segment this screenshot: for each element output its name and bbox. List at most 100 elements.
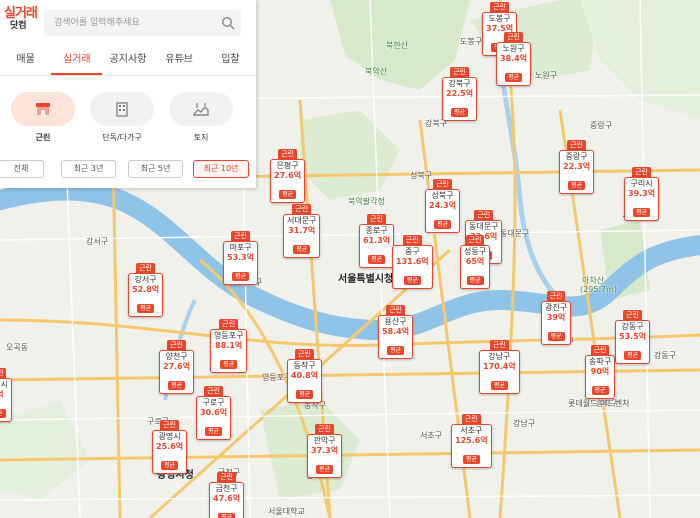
marker-tag: 근린 (204, 386, 223, 396)
marker-tag: 근린 (167, 340, 186, 350)
price-marker[interactable]: 근린 관악구 37.3억 평균 (307, 424, 343, 478)
price-marker[interactable]: 근린 영등포구 88.1억 평균 (210, 319, 248, 373)
marker-district: 관악구 (313, 436, 336, 445)
price-marker[interactable]: 근린 강동구 53.5억 평균 (615, 310, 651, 364)
tab-transactions[interactable]: 실거래 (51, 46, 103, 75)
marker-price: 58.4억 (382, 327, 410, 336)
marker-card: 영등포구 88.1억 평균 (210, 329, 248, 373)
filter-5y[interactable]: 최근 5년 (128, 160, 183, 178)
marker-tag: 근린 (0, 368, 7, 378)
tab-listings[interactable]: 매물 (0, 46, 51, 75)
marker-tag: 근린 (231, 231, 250, 241)
marker-tag: 근린 (490, 2, 509, 12)
marker-card: 강북구 22.5억 평균 (442, 77, 478, 121)
price-marker[interactable]: 근린 서대문구 31.7억 평균 (283, 204, 321, 258)
tab-youtube[interactable]: 유튜브 (154, 46, 205, 75)
filter-3y[interactable]: 최근 3년 (61, 160, 116, 178)
marker-avg-badge: 평균 (0, 409, 6, 418)
price-marker[interactable]: 근린 강서구 52.8억 평균 (128, 263, 164, 317)
price-marker[interactable]: 근린 동작구 40.8억 평균 (287, 349, 323, 403)
marker-price: 37.3억 (311, 446, 339, 455)
price-marker[interactable]: 근린 강남구 170.4억 평균 (479, 340, 520, 394)
price-marker[interactable]: 근린 송파구 90억 평균 (585, 345, 616, 399)
marker-avg-badge: 평균 (591, 386, 609, 395)
price-marker[interactable]: 근린 중랑구 22.3억 평균 (559, 140, 595, 194)
marker-price: 31.7억 (288, 226, 316, 235)
marker-district: 강서구 (134, 275, 157, 284)
marker-avg-badge: 평균 (387, 346, 405, 355)
marker-tag: 근린 (504, 32, 523, 42)
marker-tag: 근린 (623, 310, 642, 320)
marker-district: 부천시 (0, 380, 9, 389)
price-marker[interactable]: 근린 은평구 27.6억 평균 (270, 149, 306, 203)
search-input[interactable] (44, 10, 241, 36)
marker-avg-badge: 평균 (220, 360, 238, 369)
marker-card: 구로구 30.6억 평균 (196, 396, 232, 440)
category-land[interactable]: 토지 (169, 92, 233, 143)
price-marker[interactable]: 근린 노원구 38.4억 평균 (496, 32, 532, 86)
marker-price: 170.4억 (483, 362, 516, 371)
tab-notices[interactable]: 공지사항 (102, 46, 153, 75)
marker-avg-badge: 평균 (568, 181, 586, 190)
marker-price: 30.6억 (200, 408, 228, 417)
price-marker[interactable]: 근린 양천구 27.6억 평균 (159, 340, 195, 394)
marker-card: 송파구 90억 평균 (585, 355, 616, 399)
marker-tag: 근린 (136, 263, 155, 273)
marker-card: 중랑구 22.3억 평균 (559, 150, 595, 194)
marker-price: 3억 (0, 390, 8, 400)
marker-avg-badge: 평균 (505, 73, 523, 82)
marker-avg-badge: 평균 (368, 255, 386, 264)
brand-logo[interactable]: 실거래 닷컴 (4, 6, 38, 36)
category-commercial[interactable]: 근린 (11, 92, 75, 143)
price-marker[interactable]: 근린 성동구 65억 평균 (460, 235, 491, 289)
marker-avg-badge: 평균 (403, 276, 421, 285)
marker-district: 마포구 (229, 243, 252, 252)
marker-tag: 근린 (292, 204, 312, 214)
marker-tag: 근린 (489, 340, 509, 350)
marker-price: 65억 (465, 257, 485, 266)
price-marker[interactable]: 근린 광명시 25.6억 평균 (152, 420, 188, 474)
marker-card: 종로구 61.3억 평균 (359, 224, 395, 268)
marker-tag: 근린 (278, 149, 297, 159)
marker-tag: 근린 (217, 472, 236, 482)
marker-avg-badge: 평균 (137, 304, 155, 313)
marker-tag: 근린 (546, 291, 566, 301)
price-marker[interactable]: 근린 구리시 39.3억 평균 (624, 167, 660, 221)
marker-district: 영등포구 (214, 331, 244, 340)
marker-price: 27.6억 (274, 171, 302, 180)
price-marker[interactable]: 근린 서초구 125.6억 평균 (451, 414, 492, 468)
category-label: 단독/다가구 (102, 133, 142, 142)
filter-all[interactable]: 전체 (0, 160, 44, 178)
brand-name: 실거래 (4, 6, 38, 21)
marker-district: 서대문구 (287, 216, 317, 225)
category-bubble (11, 92, 75, 126)
price-marker[interactable]: 근린 강북구 22.5억 평균 (442, 67, 478, 121)
marker-tag: 근린 (461, 414, 481, 424)
price-marker[interactable]: 근린 구로구 30.6억 평균 (196, 386, 232, 440)
marker-card: 동작구 40.8억 평균 (287, 359, 323, 403)
period-filters: 전체 최근 3년 최근 5년 최근 10년 (0, 160, 256, 180)
price-marker[interactable]: 근린 성북구 24.3억 평균 (425, 179, 461, 233)
marker-card: 노원구 38.4억 평균 (496, 42, 532, 86)
price-marker[interactable]: 근린 광진구 39억 평균 (541, 291, 572, 345)
price-marker[interactable]: 근린 중구 131.6억 평균 (392, 235, 433, 289)
marker-district: 동대문구 (469, 222, 499, 231)
price-marker[interactable]: 근린 용산구 58.4억 평균 (378, 305, 414, 359)
marker-tag: 근린 (567, 140, 586, 150)
category-house[interactable]: 단독/다가구 (90, 92, 154, 143)
marker-card: 강서구 52.8억 평균 (128, 273, 164, 317)
search-icon[interactable] (221, 16, 235, 30)
price-marker[interactable]: 근린 종로구 61.3억 평균 (359, 214, 395, 268)
marker-card: 성북구 24.3억 평균 (425, 189, 461, 233)
price-marker[interactable]: 근린 마포구 53.3억 평균 (223, 231, 259, 285)
marker-avg-badge: 평균 (279, 190, 297, 199)
price-marker[interactable]: 근린부천시3억평균 (0, 368, 13, 422)
marker-district: 구로구 (202, 398, 225, 407)
marker-district: 동작구 (293, 361, 316, 370)
price-marker[interactable]: 근린 금천구 47.6억 평균 (209, 472, 245, 518)
marker-price: 39.3억 (628, 189, 656, 198)
tab-bidding[interactable]: 입찰 (205, 46, 256, 75)
filter-10y[interactable]: 최근 10년 (193, 160, 249, 178)
marker-price: 38.4억 (500, 54, 528, 63)
marker-card: 금천구 47.6억 평균 (209, 482, 245, 518)
